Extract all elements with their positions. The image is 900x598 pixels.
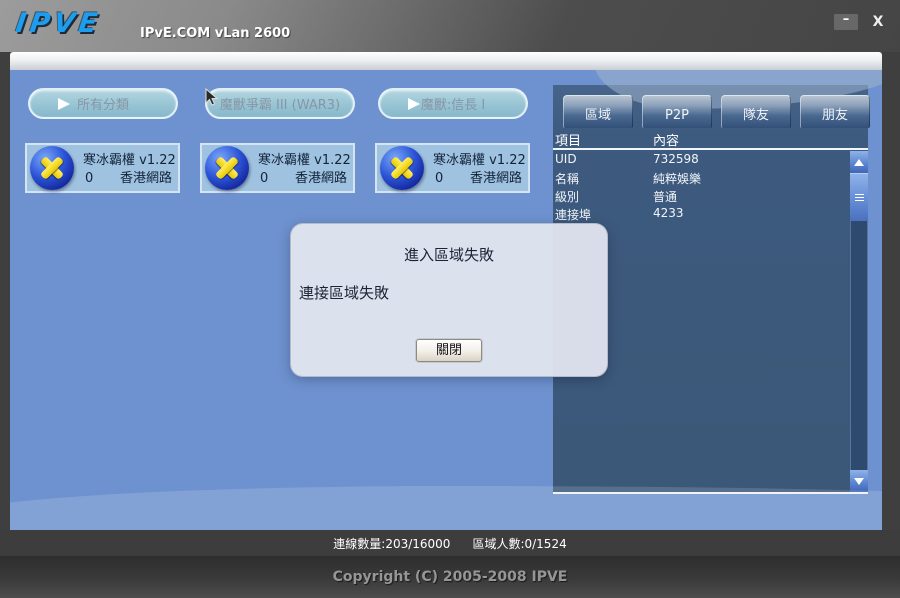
room-network: 香港網路 (470, 167, 522, 186)
vertical-scrollbar[interactable] (850, 151, 868, 492)
window-title: IPvE.COM vLan 2600 (140, 26, 290, 41)
row-item: 名稱 (555, 170, 579, 187)
scroll-down-button[interactable] (850, 470, 868, 492)
room-network: 香港網路 (295, 167, 347, 186)
war3-game-icon (380, 146, 424, 190)
category-label: 魔獸爭霸 III (WAR3) (220, 94, 340, 113)
room-player-count: 0 (260, 171, 268, 186)
tab-teammates[interactable]: 隊友 (721, 95, 791, 128)
row-item: 連接埠 (555, 206, 591, 223)
up-arrow-icon (854, 159, 864, 166)
room-player-count: 0 (85, 171, 93, 186)
scrollbar-thumb[interactable] (850, 173, 868, 221)
table-row[interactable]: 級別 普通 (553, 187, 848, 205)
connection-count: 連線數量:203/16000 (333, 535, 450, 552)
down-arrow-icon (854, 478, 864, 485)
info-table: UID 732598 名稱 純粹娛樂 級別 普通 連接埠 4233 (553, 151, 848, 223)
table-row[interactable]: 名稱 純粹娛樂 (553, 169, 848, 187)
tab-p2p[interactable]: P2P (642, 95, 712, 128)
dialog-close-button[interactable]: 關閉 (416, 339, 482, 362)
title-bar: IPVE IPvE.COM vLan 2600 – X (0, 0, 900, 52)
table-row[interactable]: UID 732598 (553, 151, 848, 169)
room-player-count: 0 (435, 171, 443, 186)
ipve-logo: IPVE (14, 8, 104, 39)
row-content: 732598 (653, 152, 699, 166)
play-arrow-icon (58, 98, 70, 110)
tab-friends[interactable]: 朋友 (800, 95, 870, 128)
row-item: 級別 (555, 188, 579, 205)
category-button-nobunaga[interactable]: 魔獸:信長 I (378, 88, 528, 119)
war3-game-icon (30, 146, 74, 190)
dialog-message: 連接區域失敗 (299, 282, 607, 303)
room-card[interactable]: 寒冰霸權 v1.22 0 香港網路 (375, 143, 530, 193)
minimize-button[interactable]: – (834, 14, 858, 30)
column-header-item: 項目 (555, 130, 581, 149)
info-table-header: 項目 內容 (553, 130, 868, 147)
table-row[interactable]: 連接埠 4233 (553, 205, 848, 223)
status-bar: 連線數量:203/16000 區域人數:0/1524 (0, 530, 900, 556)
category-label: 魔獸:信長 I (421, 94, 485, 113)
category-button-war3[interactable]: 魔獸爭霸 III (WAR3) (205, 88, 355, 119)
copyright-text: Copyright (C) 2005-2008 IPVE (333, 569, 568, 585)
mouse-cursor-icon (203, 88, 219, 108)
main-area: 所有分類 魔獸爭霸 III (WAR3) 魔獸:信長 I 寒冰霸權 v1.22 … (10, 70, 882, 530)
footer-bar: Copyright (C) 2005-2008 IPVE (0, 556, 900, 598)
column-header-content: 內容 (653, 130, 679, 149)
room-title: 寒冰霸權 v1.22 (433, 149, 526, 168)
room-title: 寒冰霸權 v1.22 (258, 149, 351, 168)
room-card[interactable]: 寒冰霸權 v1.22 0 香港網路 (200, 143, 355, 193)
dialog-title: 進入區域失敗 (291, 244, 607, 265)
category-button-all[interactable]: 所有分類 (28, 88, 178, 119)
window-controls: – X (834, 14, 888, 30)
row-content: 純粹娛樂 (653, 170, 701, 187)
tab-region[interactable]: 區域 (563, 95, 633, 128)
room-card[interactable]: 寒冰霸權 v1.22 0 香港網路 (25, 143, 180, 193)
panel-tabs: 區域 P2P 隊友 朋友 (563, 95, 870, 128)
close-button[interactable]: X (868, 14, 888, 30)
row-item: UID (555, 152, 577, 166)
grip-lines-icon (855, 194, 864, 201)
row-content: 普通 (653, 188, 677, 205)
chrome-strip (10, 52, 882, 70)
play-arrow-icon (408, 98, 420, 110)
header-divider (553, 148, 868, 150)
scroll-up-button[interactable] (850, 151, 868, 173)
war3-game-icon (205, 146, 249, 190)
app-window: IPVE IPvE.COM vLan 2600 – X 所有分類 魔獸爭霸 II… (0, 0, 900, 598)
category-label: 所有分類 (77, 94, 129, 113)
error-dialog: 進入區域失敗 連接區域失敗 關閉 (290, 223, 608, 377)
row-content: 4233 (653, 206, 684, 220)
room-title: 寒冰霸權 v1.22 (83, 149, 176, 168)
room-network: 香港網路 (120, 167, 172, 186)
region-user-count: 區域人數:0/1524 (472, 535, 566, 552)
